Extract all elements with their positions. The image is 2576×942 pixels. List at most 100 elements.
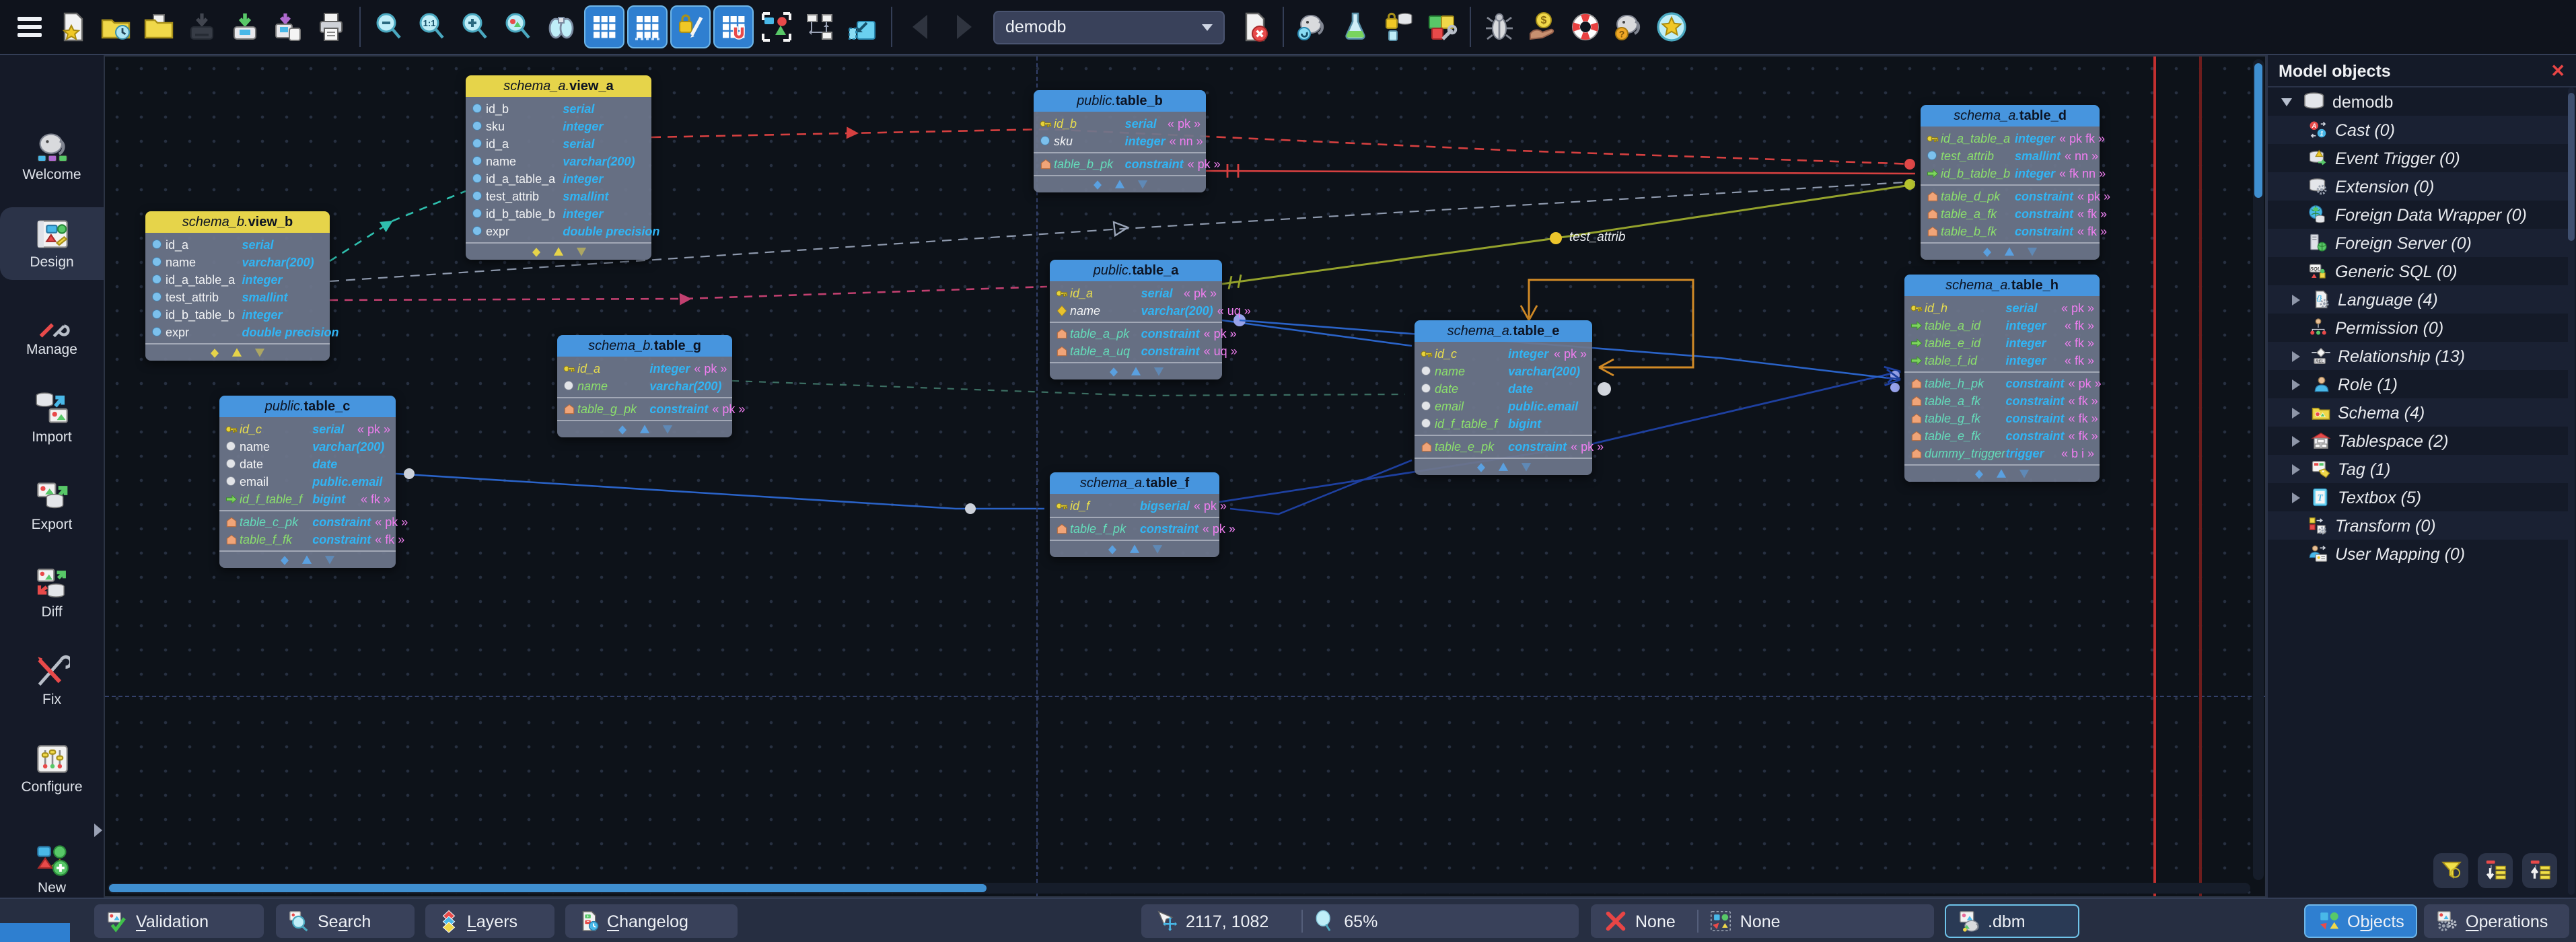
sql-tool-button[interactable] xyxy=(1335,5,1375,48)
collapse-icon[interactable] xyxy=(2026,245,2039,258)
expand-icon[interactable] xyxy=(1112,178,1126,191)
collapse-diamond-icon[interactable] xyxy=(1474,461,1487,473)
constraint-table_g_pk[interactable]: table_g_pkconstraint« pk » xyxy=(557,400,732,417)
collapse-icon[interactable] xyxy=(1150,542,1164,556)
tree-item-fsrv[interactable]: Foreign Server (0) xyxy=(2268,229,2569,257)
plugins-button[interactable] xyxy=(1421,5,1462,48)
table-header[interactable]: schema_a.table_e xyxy=(1415,320,1592,342)
new-flyout-arrow-icon[interactable] xyxy=(94,824,102,837)
canvas-hscroll-thumb[interactable] xyxy=(109,884,987,892)
collapse-icon[interactable] xyxy=(574,245,587,258)
tree-item-lang[interactable]: {}Language (4) xyxy=(2268,285,2569,314)
about-button[interactable]: ? xyxy=(1608,5,1649,48)
open-recent-button[interactable] xyxy=(96,5,136,48)
constraint-table_e_fk[interactable]: table_e_fkconstraint« fk » xyxy=(1904,427,2100,444)
constraint-table_b_pk[interactable]: table_b_pkconstraint« pk » xyxy=(1034,155,1206,172)
support-button[interactable] xyxy=(1565,5,1606,48)
constraint-table_a_fk[interactable]: table_a_fkconstraint« fk » xyxy=(1921,205,2100,222)
filter-button[interactable] xyxy=(2433,853,2468,887)
column-id_a_table_a[interactable]: id_a_table_ainteger« pk fk » xyxy=(1921,129,2100,147)
table-table_h[interactable]: schema_a.table_hid_hserial« pk »table_a_… xyxy=(1904,275,2100,482)
tree-item-fdw[interactable]: Foreign Data Wrapper (0) xyxy=(2268,201,2569,229)
column-date[interactable]: datedate xyxy=(219,455,396,472)
table-table_f[interactable]: schema_a.table_fid_fbigserial« pk »table… xyxy=(1050,472,1219,557)
sidebar-item-import[interactable]: Import xyxy=(0,382,104,455)
tree-item-tbs[interactable]: Tablespace (2) xyxy=(2268,427,2569,455)
expand-icon[interactable] xyxy=(1129,365,1142,378)
column-id_a[interactable]: id_aserial xyxy=(145,236,330,253)
expand-all-button[interactable] xyxy=(2478,853,2513,887)
expand-icon[interactable] xyxy=(1127,542,1141,556)
export-image-button[interactable] xyxy=(756,5,797,48)
column-id_a_table_a[interactable]: id_a_table_ainteger xyxy=(145,270,330,288)
table-header[interactable]: public.table_a xyxy=(1050,260,1222,281)
column-name[interactable]: namevarchar(200) xyxy=(145,253,330,270)
constraint-dummy_trigger[interactable]: dummy_triggertrigger« b i » xyxy=(1904,444,2100,462)
close-model-button[interactable] xyxy=(1234,5,1275,48)
column-id_a[interactable]: id_aserial« pk » xyxy=(1050,284,1222,301)
view-view_a[interactable]: schema_a.view_aid_bserialskuintegerid_as… xyxy=(466,75,651,260)
table-header[interactable]: public.table_b xyxy=(1034,90,1206,112)
collapse-diamond-icon[interactable] xyxy=(1981,246,1993,258)
table-table_e[interactable]: schema_a.table_eid_cinteger« pk »namevar… xyxy=(1415,320,1592,475)
sidebar-item-welcome[interactable]: Welcome xyxy=(0,120,104,192)
compact-view-button[interactable] xyxy=(843,5,883,48)
tree-expand-caret[interactable] xyxy=(2292,407,2300,418)
whats-new-button[interactable] xyxy=(1651,5,1692,48)
constraint-table_d_pk[interactable]: table_d_pkconstraint« pk » xyxy=(1921,187,2100,205)
sidebar-item-export[interactable]: Export xyxy=(0,470,104,542)
collapse-diamond-icon[interactable] xyxy=(530,246,542,258)
column-date[interactable]: datedate xyxy=(1415,379,1592,397)
tree-expand-caret[interactable] xyxy=(2292,294,2300,305)
sidebar-item-design[interactable]: Design xyxy=(0,207,104,280)
table-header[interactable]: schema_a.view_a xyxy=(466,75,651,97)
column-table_e_id[interactable]: table_e_idinteger« fk » xyxy=(1904,334,2100,351)
column-test_attrib[interactable]: test_attribsmallint xyxy=(466,187,651,205)
zoom-original-button[interactable]: 1:1 xyxy=(412,5,452,48)
column-name[interactable]: namevarchar(200) xyxy=(557,377,732,394)
tree-item-text[interactable]: TTextbox (5) xyxy=(2268,483,2569,511)
constraint-table_g_fk[interactable]: table_g_fkconstraint« fk » xyxy=(1904,409,2100,427)
panel-scrollbar[interactable] xyxy=(2568,87,2575,895)
sidebar-item-fix[interactable]: Fix xyxy=(0,645,104,717)
zoom-in-button[interactable] xyxy=(455,5,495,48)
expand-icon[interactable] xyxy=(637,423,651,436)
column-id_h[interactable]: id_hserial« pk » xyxy=(1904,299,2100,316)
column-id_c[interactable]: id_cinteger« pk » xyxy=(1415,345,1592,362)
collapse-diamond-icon[interactable] xyxy=(1973,468,1985,480)
tree-collapse-caret[interactable] xyxy=(2281,98,2292,106)
collapse-icon[interactable] xyxy=(660,423,674,436)
table-table_a[interactable]: public.table_aid_aserial« pk »namevarcha… xyxy=(1050,260,1222,379)
collapse-diamond-icon[interactable] xyxy=(1106,543,1118,555)
column-email[interactable]: emailpublic.email xyxy=(1415,397,1592,414)
tree-item-transform[interactable]: Transform (0) xyxy=(2268,511,2569,540)
constraint-table_h_pk[interactable]: table_h_pkconstraint« pk » xyxy=(1904,374,2100,392)
column-sku[interactable]: skuinteger« nn » xyxy=(1034,132,1206,149)
canvas-vscroll-thumb[interactable] xyxy=(2254,63,2262,198)
column-expr[interactable]: exprdouble precision xyxy=(145,323,330,340)
collapse-icon[interactable] xyxy=(253,346,266,359)
column-name[interactable]: namevarchar(200) xyxy=(466,152,651,170)
column-name[interactable]: namevarchar(200) xyxy=(219,437,396,455)
donate-button[interactable]: $ xyxy=(1522,5,1563,48)
changelog-button[interactable]: +− Changelog xyxy=(565,904,738,938)
tree-item-event[interactable]: Event Trigger (0) xyxy=(2268,144,2569,172)
sidebar-item-diff[interactable]: Diff xyxy=(0,557,104,630)
column-id_b_table_b[interactable]: id_b_table_binteger« fk nn » xyxy=(1921,164,2100,182)
view-view_b[interactable]: schema_b.view_b id_aserialnamevarchar(200… xyxy=(145,211,330,361)
collapse-icon[interactable] xyxy=(1519,460,1532,474)
table-header[interactable]: schema_b.table_g xyxy=(557,335,732,357)
fit-view-button[interactable] xyxy=(498,5,538,48)
table-header[interactable]: schema_b.view_b xyxy=(145,211,330,233)
constraint-table_c_pk[interactable]: table_c_pkconstraint« pk » xyxy=(219,513,396,530)
column-test_attrib[interactable]: test_attribsmallint« nn » xyxy=(1921,147,2100,164)
model-selector-dropdown[interactable]: demodb xyxy=(993,10,1225,44)
collapse-icon[interactable] xyxy=(1135,178,1149,191)
new-model-button[interactable] xyxy=(52,5,93,48)
table-table_c[interactable]: public.table_cid_cserial« pk »namevarcha… xyxy=(219,396,396,568)
save-all-button[interactable] xyxy=(225,5,265,48)
expand-icon[interactable] xyxy=(1995,467,2008,480)
sidebar-item-new[interactable]: New xyxy=(0,833,104,906)
tree-item-role[interactable]: Role (1) xyxy=(2268,370,2569,398)
table-header[interactable]: schema_a.table_f xyxy=(1050,472,1219,494)
